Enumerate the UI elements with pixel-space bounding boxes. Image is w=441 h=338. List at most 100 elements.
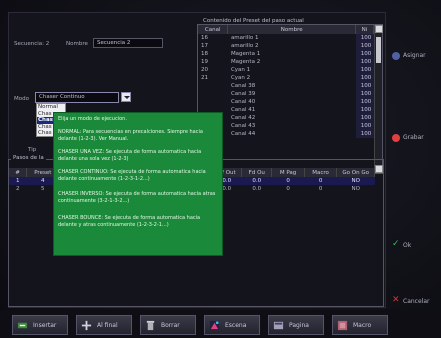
steps-column-header[interactable]: M Pag — [271, 168, 305, 177]
preset-row[interactable]: 16 amarillo 1 100 — [198, 34, 374, 42]
macro-label: Macro — [353, 322, 372, 329]
ok-label: Ok — [403, 242, 412, 249]
cancelar-label: Cancelar — [403, 298, 430, 305]
screen: Secuencia: 2 Nombre Secuencia 2 Modo Cha… — [0, 0, 441, 338]
borrar-button[interactable]: Borrar — [140, 315, 196, 335]
steps-cell-num: 2 — [16, 186, 20, 192]
macro-button[interactable]: Macro — [332, 315, 388, 335]
steps-column-header[interactable]: Fd Ou — [241, 168, 273, 177]
nombre-label: Nombre — [66, 41, 88, 47]
preset-row[interactable]: 21 Cyan 2 100 — [198, 74, 374, 82]
column-header-nombre[interactable]: Nombre — [227, 25, 357, 34]
preset-row[interactable]: Canal 44 100 — [198, 130, 374, 138]
preset-cell-nombre: Canal 43 — [230, 123, 256, 129]
scroll-thumb[interactable] — [376, 37, 381, 63]
insertar-label: Insertar — [33, 322, 57, 329]
preset-content-group: Canal Nombre Ni 16 amarillo 1 100 17 amarill… — [197, 24, 383, 174]
preset-cell-nombre: Canal 42 — [230, 115, 256, 121]
preset-cell-tipo: 100 — [355, 98, 374, 106]
steps-column-header[interactable]: # — [9, 168, 28, 177]
page-icon — [273, 321, 284, 330]
chevron-down-icon[interactable] — [121, 92, 131, 102]
preset-row[interactable]: Canal 40 100 — [198, 98, 374, 106]
grabar-button[interactable]: Grabar — [392, 132, 438, 146]
preset-cell-tipo: 100 — [355, 34, 374, 42]
preset-cell-tipo: 100 — [355, 106, 374, 114]
pagina-label: Pagina — [289, 322, 309, 329]
preset-cell-tipo: 100 — [355, 90, 374, 98]
grabar-label: Grabar — [403, 134, 424, 141]
preset-cell-tipo: 100 — [355, 114, 374, 122]
tooltip-normal: NORMAL: Para secuencias en precalciones.… — [58, 129, 203, 142]
trash-icon — [146, 320, 155, 331]
preset-row[interactable]: 20 Cyan 1 100 — [198, 66, 374, 74]
steps-column-header[interactable]: Go On Go — [336, 168, 375, 177]
ok-button[interactable]: ✓ Ok — [392, 239, 438, 254]
column-header-canal[interactable]: Canal — [198, 25, 229, 34]
preset-row[interactable]: Canal 38 100 — [198, 82, 374, 90]
record-icon — [392, 134, 400, 142]
preset-cell-nombre: Magenta 1 — [230, 51, 261, 57]
preset-cell-tipo: 100 — [355, 82, 374, 90]
preset-row[interactable]: Canal 39 100 — [198, 90, 374, 98]
preset-row[interactable]: Canal 42 100 — [198, 114, 374, 122]
steps-cell-macro: 0 — [318, 186, 323, 192]
steps-cell-mpag: 0 — [271, 177, 305, 185]
preset-cell-canal: 17 — [201, 43, 208, 49]
steps-cell-fdou: 0.0 — [252, 186, 262, 192]
preset-cell-nombre: Canal 38 — [230, 83, 256, 89]
tooltip-continuo: CHASER CONTINUO: Se ejecuta de forma aut… — [58, 169, 206, 182]
steps-group-title: Pasos de la — [11, 155, 46, 161]
tooltip-bounce: CHASER BOUNCE: Se ejecuta de forma autom… — [58, 215, 201, 228]
assign-icon — [392, 52, 400, 60]
insertar-button[interactable]: Insertar — [12, 315, 68, 335]
steps-column-header[interactable]: Macro — [304, 168, 338, 177]
tooltip-inverso: CHASER INVERSO: Se ejecuta de forma auto… — [58, 191, 216, 204]
tipo-label: Tip — [28, 147, 37, 153]
preset-cell-tipo: 100 — [355, 42, 374, 50]
preset-row[interactable]: Canal 41 100 — [198, 106, 374, 114]
macro-icon — [337, 320, 348, 331]
preset-row[interactable]: 19 Magenta 2 100 — [198, 58, 374, 66]
preset-cell-nombre: Canal 40 — [230, 99, 256, 105]
cancelar-button[interactable]: ✕ Cancelar — [392, 295, 438, 310]
pagina-button[interactable]: Pagina — [268, 315, 324, 335]
preset-cell-tipo: 100 — [355, 122, 374, 130]
preset-cell-nombre: amarillo 1 — [230, 35, 259, 41]
insert-icon — [17, 322, 28, 329]
scroll-up-icon[interactable] — [375, 25, 383, 33]
modo-label: Modo — [14, 96, 29, 102]
modo-select[interactable]: Chaser Continuo — [35, 92, 119, 103]
al-final-button[interactable]: Al final — [76, 315, 132, 335]
preset-cell-tipo: 100 — [355, 50, 374, 58]
preset-cell-tipo: 100 — [355, 74, 374, 82]
preset-cell-canal: 21 — [201, 75, 208, 81]
check-icon: ✓ — [392, 239, 400, 249]
preset-row[interactable]: 18 Magenta 1 100 — [198, 50, 374, 58]
preset-row[interactable]: 17 amarillo 2 100 — [198, 42, 374, 50]
preset-cell-nombre: Magenta 2 — [230, 59, 261, 65]
escena-button[interactable]: Escena — [204, 315, 260, 335]
preset-cell-canal — [198, 98, 228, 106]
asignar-button[interactable]: Asignar — [392, 50, 438, 64]
preset-row[interactable]: Canal 43 100 — [198, 122, 374, 130]
preset-cell-canal: 19 — [201, 59, 208, 65]
add-icon — [81, 320, 92, 331]
preset-scrollbar[interactable] — [374, 25, 383, 173]
mode-help-tooltip: Elija un modo de ejecucion. NORMAL: Para… — [53, 112, 223, 256]
asignar-label: Asignar — [403, 52, 426, 59]
secuencia-label: Secuencia: 2 — [14, 41, 50, 47]
preset-cell-nombre: Cyan 2 — [230, 75, 251, 81]
preset-cell-nombre: Canal 39 — [230, 91, 256, 97]
column-header-tipo[interactable]: Ni — [355, 25, 374, 34]
preset-cell-tipo: 100 — [355, 130, 374, 138]
preset-cell-nombre: Cyan 1 — [230, 67, 251, 73]
preset-cell-tipo: 100 — [355, 58, 374, 66]
nombre-input[interactable]: Secuencia 2 — [93, 38, 163, 48]
steps-cell-goon: NO — [336, 177, 375, 185]
steps-cell-mpag: 0 — [286, 186, 290, 192]
preset-cell-canal — [198, 90, 228, 98]
steps-cell-goon: NO — [351, 186, 360, 192]
preset-table: Canal Nombre Ni 16 amarillo 1 100 17 amarill… — [198, 25, 374, 138]
steps-cell-macro: 0 — [304, 177, 337, 185]
